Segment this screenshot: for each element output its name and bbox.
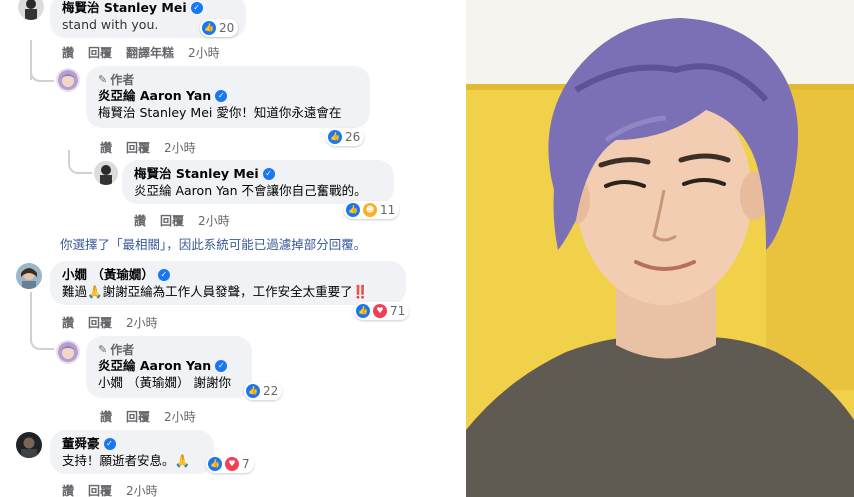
avatar[interactable] — [94, 161, 118, 185]
comment-bubble: ✎ 作者 炎亞綸 Aaron Yan ✓ 梅賢治 Stanley Mei 愛你！… — [86, 66, 370, 128]
like-reaction-icon: 👍 — [356, 304, 370, 318]
comment-thread: 梅賢治 Stanley Mei ✓ stand with you. 👍 20 讚… — [0, 0, 462, 497]
verified-badge-icon: ✓ — [215, 90, 228, 102]
comment-bubble: 董舜豪 ✓ 支持！願逝者安息。🙏 — [50, 430, 214, 474]
reaction-summary[interactable]: 👍 20 — [200, 19, 239, 37]
comment-text: 梅賢治 Stanley Mei 愛你！知道你永遠會在 — [98, 105, 342, 120]
verified-badge-icon: ✓ — [190, 2, 203, 14]
comment-bubble: 梅賢治 Stanley Mei ✓ 炎亞綸 Aaron Yan 不會讓你自己奮戰… — [122, 160, 394, 204]
reply-button[interactable]: 回覆 — [88, 482, 112, 497]
pencil-icon: ✎ — [98, 343, 108, 356]
reaction-summary[interactable]: 👍 22 — [244, 382, 283, 400]
like-button[interactable]: 讚 — [62, 482, 74, 497]
reply-button[interactable]: 回覆 — [88, 44, 112, 61]
comment-author-row: 炎亞綸 Aaron Yan ✓ — [98, 358, 240, 374]
author-badge-label: 作者 — [110, 73, 135, 87]
comment-author-row: 炎亞綸 Aaron Yan ✓ — [98, 88, 358, 104]
author-badge-label: 作者 — [110, 343, 135, 357]
comment-author-row: 梅賢治 Stanley Mei ✓ — [134, 166, 382, 182]
comment-time[interactable]: 2小時 — [198, 212, 230, 229]
comment-author[interactable]: 小嫺 （黃瑜嫺） — [62, 267, 154, 283]
reply-button[interactable]: 回覆 — [160, 212, 184, 229]
comment-time[interactable]: 2小時 — [126, 314, 158, 331]
translate-button[interactable]: 翻譯年糕 — [126, 44, 174, 61]
like-button[interactable]: 讚 — [100, 139, 112, 156]
portrait-photo — [466, 0, 854, 497]
comment-bubble: ✎ 作者 炎亞綸 Aaron Yan ✓ 小嫺 （黃瑜嫺） 謝謝你 — [86, 336, 252, 398]
like-reaction-icon: 👍 — [202, 21, 216, 35]
reaction-count: 11 — [380, 203, 396, 217]
reaction-summary[interactable]: 👍 ☻ 11 — [344, 201, 400, 219]
comment-bubble: 小嫺 （黃瑜嫺） ✓ 難過🙏謝謝亞綸為工作人員發聲，工作安全太重要了‼️ — [50, 261, 406, 305]
comment-actions: 讚 回覆 2小時 — [62, 314, 158, 331]
pencil-icon: ✎ — [98, 73, 108, 86]
comment-time[interactable]: 2小時 — [126, 482, 158, 497]
like-button[interactable]: 讚 — [62, 44, 74, 61]
comment-author[interactable]: 炎亞綸 Aaron Yan — [98, 358, 211, 374]
verified-badge-icon: ✓ — [103, 438, 116, 450]
comment-author[interactable]: 董舜豪 — [62, 436, 100, 452]
reaction-count: 22 — [263, 384, 279, 398]
comment-actions: 讚 回覆 2小時 — [100, 139, 196, 156]
thread-elbow — [30, 316, 54, 350]
love-reaction-icon: ♥ — [373, 304, 387, 318]
avatar[interactable] — [18, 0, 44, 20]
comment-author-row: 小嫺 （黃瑜嫺） ✓ — [62, 267, 394, 283]
reply-button[interactable]: 回覆 — [88, 314, 112, 331]
care-reaction-icon: ☻ — [363, 203, 377, 217]
avatar[interactable] — [16, 263, 42, 289]
like-button[interactable]: 讚 — [62, 314, 74, 331]
comment-author[interactable]: 炎亞綸 Aaron Yan — [98, 88, 211, 104]
like-button[interactable]: 讚 — [100, 408, 112, 425]
love-reaction-icon: ♥ — [225, 457, 239, 471]
like-reaction-icon: 👍 — [208, 457, 222, 471]
comment-text: 支持！願逝者安息。🙏 — [62, 453, 191, 468]
comment-actions: 讚 回覆 2小時 — [62, 482, 158, 497]
comment-text: 小嫺 （黃瑜嫺） 謝謝你 — [98, 375, 231, 390]
author-badge: ✎ 作者 — [98, 342, 240, 358]
comment-time[interactable]: 2小時 — [164, 408, 196, 425]
reaction-count: 7 — [242, 457, 250, 471]
reaction-count: 26 — [345, 130, 361, 144]
comment-text: 難過🙏謝謝亞綸為工作人員發聲，工作安全太重要了‼️ — [62, 284, 369, 299]
reaction-summary[interactable]: 👍 ♥ 7 — [206, 455, 254, 473]
comment-actions: 讚 回覆 2小時 — [100, 408, 196, 425]
verified-badge-icon: ✓ — [215, 360, 228, 372]
reaction-summary[interactable]: 👍 ♥ 71 — [354, 302, 410, 320]
reply-button[interactable]: 回覆 — [126, 408, 150, 425]
avatar[interactable] — [16, 432, 42, 458]
reaction-count: 20 — [219, 21, 235, 35]
comment-time[interactable]: 2小時 — [188, 44, 220, 61]
like-reaction-icon: 👍 — [328, 130, 342, 144]
reply-button[interactable]: 回覆 — [126, 139, 150, 156]
comment-author[interactable]: 梅賢治 Stanley Mei — [62, 0, 187, 16]
reaction-summary[interactable]: 👍 26 — [326, 128, 365, 146]
comment-time[interactable]: 2小時 — [164, 139, 196, 156]
thread-elbow — [68, 150, 92, 174]
thread-elbow — [30, 60, 54, 82]
filter-notice[interactable]: 你選擇了「最相關」，因此系統可能已過濾掉部分回覆。 — [60, 234, 366, 253]
avatar[interactable] — [56, 340, 80, 364]
reaction-count: 71 — [390, 304, 406, 318]
comment-author-row: 梅賢治 Stanley Mei ✓ — [62, 0, 234, 16]
comment-actions: 讚 回覆 翻譯年糕 2小時 — [62, 44, 220, 61]
like-reaction-icon: 👍 — [346, 203, 360, 217]
comment-text: 炎亞綸 Aaron Yan 不會讓你自己奮戰的。 — [134, 183, 367, 198]
like-button[interactable]: 讚 — [134, 212, 146, 229]
verified-badge-icon: ✓ — [157, 269, 170, 281]
like-reaction-icon: 👍 — [246, 384, 260, 398]
comment-author-row: 董舜豪 ✓ — [62, 436, 202, 452]
verified-badge-icon: ✓ — [262, 168, 275, 180]
author-badge: ✎ 作者 — [98, 72, 358, 88]
avatar[interactable] — [56, 68, 80, 92]
comment-actions: 讚 回覆 2小時 — [134, 212, 230, 229]
comment-author[interactable]: 梅賢治 Stanley Mei — [134, 166, 259, 182]
